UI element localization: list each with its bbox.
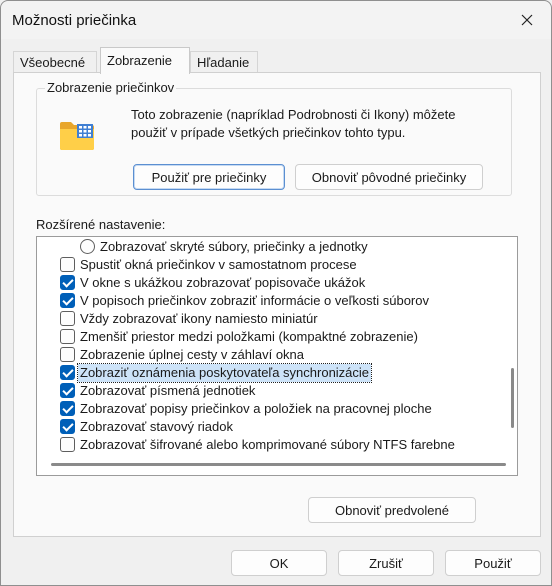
list-item[interactable]: Vždy zobrazovať ikony namiesto miniatúr — [37, 310, 507, 328]
title-bar: Možnosti priečinka — [1, 1, 551, 39]
checkbox[interactable] — [60, 275, 75, 290]
checkbox[interactable] — [60, 329, 75, 344]
tab-search[interactable]: Hľadanie — [190, 51, 258, 73]
horizontal-scrollbar[interactable] — [51, 463, 506, 466]
list-item[interactable]: Zobrazovať skryté súbory, priečinky a je… — [37, 238, 507, 256]
list-item[interactable]: Zobrazenie úplnej cesty v záhlaví okna — [37, 346, 507, 364]
folder-views-description: Toto zobrazenie (napríklad Podrobnosti č… — [131, 107, 456, 140]
folder-view-icon — [60, 122, 94, 150]
checkbox[interactable] — [60, 383, 75, 398]
tab-general[interactable]: Všeobecné — [13, 51, 97, 73]
view-tab-panel: Zobrazenie priečinkov Toto zobrazenie (n… — [13, 72, 541, 537]
list-item-label: Zmenšiť priestor medzi položkami (kompak… — [80, 329, 418, 344]
list-item-label: Zobrazovať stavový riadok — [80, 419, 233, 434]
window-title: Možnosti priečinka — [12, 12, 137, 29]
ok-button[interactable]: OK — [231, 550, 327, 576]
list-item-label: Zobrazenie úplnej cesty v záhlaví okna — [80, 347, 305, 362]
list-item[interactable]: V okne s ukážkou zobrazovať popisovače u… — [37, 274, 507, 292]
checkbox[interactable] — [60, 311, 75, 326]
tab-view[interactable]: Zobrazenie — [100, 47, 190, 74]
close-button[interactable] — [505, 3, 549, 37]
list-item-label: Zobrazovať písmená jednotiek — [80, 383, 256, 398]
checkbox[interactable] — [60, 401, 75, 416]
checkbox[interactable] — [60, 419, 75, 434]
list-item[interactable]: V popisoch priečinkov zobraziť informáci… — [37, 292, 507, 310]
cancel-button[interactable]: Zrušiť — [338, 550, 434, 576]
tab-strip: Všeobecné Zobrazenie Hľadanie — [13, 47, 533, 74]
list-item[interactable]: Zobrazovať popisy priečinkov a položiek … — [37, 400, 507, 418]
list-item-label: V popisoch priečinkov zobraziť informáci… — [80, 293, 429, 308]
list-item[interactable]: Zmenšiť priestor medzi položkami (kompak… — [37, 328, 507, 346]
list-item[interactable]: Zobrazovať stavový riadok — [37, 418, 507, 436]
restore-defaults-button[interactable]: Obnoviť predvolené — [308, 497, 476, 523]
close-icon — [521, 14, 533, 26]
list-item[interactable]: Spustiť okná priečinkov v samostatnom pr… — [37, 256, 507, 274]
apply-to-folders-button[interactable]: Použiť pre priečinky — [133, 164, 285, 190]
advanced-settings-label: Rozšírené nastavenie: — [36, 217, 166, 232]
list-item-label: Zobrazovať skryté súbory, priečinky a je… — [100, 239, 368, 254]
folder-options-dialog: Možnosti priečinka Všeobecné Zobrazenie … — [0, 0, 552, 586]
list-item-selected[interactable]: Zobraziť oznámenia poskytovateľa synchro… — [37, 363, 507, 383]
list-item[interactable]: Zobrazovať šifrované alebo komprimované … — [37, 436, 507, 454]
checkbox[interactable] — [60, 365, 75, 380]
reset-folders-button[interactable]: Obnoviť pôvodné priečinky — [295, 164, 483, 190]
list-item-label: Spustiť okná priečinkov v samostatnom pr… — [80, 257, 357, 272]
checkbox[interactable] — [60, 437, 75, 452]
folder-views-group: Zobrazenie priečinkov Toto zobrazenie (n… — [36, 80, 512, 196]
radio-button[interactable] — [80, 239, 95, 254]
list-item-label: Zobraziť oznámenia poskytovateľa synchro… — [76, 363, 373, 383]
apply-button[interactable]: Použiť — [445, 550, 541, 576]
checkbox[interactable] — [60, 347, 75, 362]
list-item-label: Vždy zobrazovať ikony namiesto miniatúr — [80, 311, 318, 326]
vertical-scrollbar[interactable] — [511, 368, 514, 428]
list-item[interactable]: Zobrazovať písmená jednotiek — [37, 382, 507, 400]
folder-views-group-title: Zobrazenie priečinkov — [45, 80, 177, 95]
list-item-label: Zobrazovať popisy priečinkov a položiek … — [80, 401, 432, 416]
checkbox[interactable] — [60, 257, 75, 272]
checkbox[interactable] — [60, 293, 75, 308]
list-item-label: Zobrazovať šifrované alebo komprimované … — [80, 437, 455, 452]
advanced-settings-list[interactable]: Zobrazovať skryté súbory, priečinky a je… — [36, 236, 518, 476]
list-item-label: V okne s ukážkou zobrazovať popisovače u… — [80, 275, 366, 290]
